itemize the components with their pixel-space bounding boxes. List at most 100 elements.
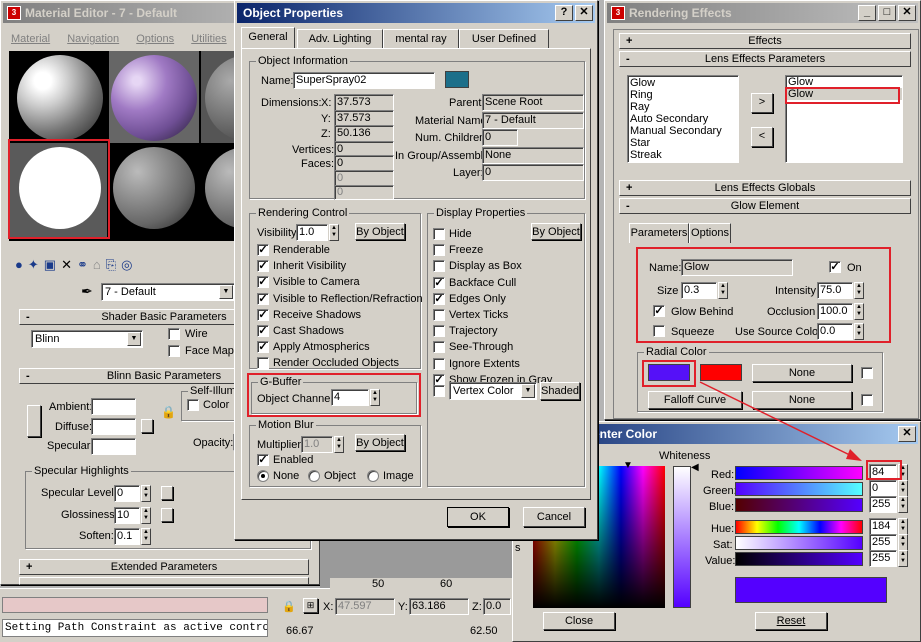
delete-icon[interactable]: ✕	[61, 257, 77, 272]
blue-spinner[interactable]: ▲ ▼	[898, 496, 908, 513]
size-field[interactable]: 0.3	[681, 282, 717, 299]
green-spinner[interactable]: ▲ ▼	[898, 480, 908, 497]
sphere-get-icon[interactable]: ●	[15, 257, 28, 272]
help-button[interactable]: ?	[555, 5, 573, 21]
minimize-button[interactable]: _	[858, 5, 876, 21]
render-item-checkbox-2[interactable]: ✓	[257, 276, 269, 289]
motion-by-object-button[interactable]: By Object	[355, 434, 405, 451]
tab-user-defined[interactable]: User Defined	[459, 29, 549, 49]
glossiness-map-button[interactable]	[161, 508, 173, 522]
multiplier-spinner[interactable]: ▲ ▼	[334, 436, 344, 453]
falloff-curve-button[interactable]: Falloff Curve	[648, 391, 742, 409]
value-field[interactable]: 255	[869, 550, 897, 567]
ambient-lock-button[interactable]	[27, 405, 41, 437]
menu-navigation[interactable]: Navigation	[67, 33, 119, 45]
shader-combo[interactable]: Blinn ▼	[31, 330, 143, 348]
object-name-field[interactable]: SuperSpray02	[293, 72, 435, 89]
tab-parameters[interactable]: Parameters	[629, 223, 689, 243]
blur-image-radio[interactable]	[367, 470, 379, 482]
use-source-field[interactable]: 0.0	[817, 323, 853, 340]
radial-inner-swatch[interactable]	[648, 364, 690, 381]
use-source-spinner[interactable]: ▲ ▼	[854, 323, 864, 340]
whiteness-marker-icon[interactable]: ◀	[691, 462, 699, 473]
channel-spinner[interactable]: ▲ ▼	[370, 389, 380, 406]
lens-globals-rollout[interactable]: + Lens Effects Globals	[619, 180, 911, 196]
sat-spinner[interactable]: ▲ ▼	[898, 534, 908, 551]
spec-level-map-button[interactable]	[161, 486, 173, 500]
self-illum-color-checkbox[interactable]	[187, 399, 199, 411]
lock-selection-icon[interactable]: 🔒	[282, 600, 296, 613]
pick-material-icon[interactable]: ✒	[81, 283, 93, 300]
effects-channel-icon[interactable]: ⎘	[106, 257, 121, 272]
move-left-button[interactable]: <	[751, 127, 773, 147]
display-item-checkbox-7[interactable]	[433, 341, 445, 354]
hue-spinner[interactable]: ▲ ▼	[898, 518, 908, 535]
value-spinner[interactable]: ▲ ▼	[898, 550, 908, 567]
display-item-checkbox-3[interactable]: ✓	[433, 276, 445, 289]
hue-field[interactable]: 184	[869, 518, 897, 535]
enabled-checkbox[interactable]: ✓	[257, 454, 269, 466]
display-item-checkbox-9[interactable]: ✓	[433, 373, 445, 386]
sample-sphere-5[interactable]	[113, 147, 195, 229]
glow-element-rollout[interactable]: - Glow Element	[619, 198, 911, 214]
blue-slider[interactable]	[735, 498, 863, 512]
z-coord-field[interactable]: 0.0	[483, 598, 511, 615]
object-properties-titlebar[interactable]: Object Properties ? ✕	[237, 3, 595, 23]
close-color-button[interactable]: Close	[543, 612, 615, 630]
soften-field[interactable]: 0.1	[114, 528, 140, 545]
sample-sphere-1[interactable]	[17, 55, 103, 141]
diffuse-map-button[interactable]	[141, 419, 153, 433]
maximize-button[interactable]: □	[878, 5, 896, 21]
display-item-checkbox-6[interactable]	[433, 325, 445, 338]
lens-item-ray[interactable]: Ray	[630, 101, 736, 113]
occlusion-field[interactable]: 100.0	[817, 303, 853, 320]
display-item-checkbox-4[interactable]: ✓	[433, 292, 445, 305]
render-item-checkbox-1[interactable]: ✓	[257, 260, 269, 273]
glow-name-field[interactable]: Glow	[681, 259, 793, 276]
render-item-checkbox-7[interactable]	[257, 357, 269, 370]
close-button[interactable]: ✕	[898, 426, 916, 442]
hue-slider[interactable]	[735, 520, 863, 534]
falloff-none-button[interactable]: None	[752, 391, 852, 409]
material-name-combo[interactable]: 7 - Default ▼	[101, 283, 235, 301]
put-material-icon[interactable]: ✦	[28, 257, 44, 272]
red-slider[interactable]	[735, 466, 863, 480]
menu-options[interactable]: Options	[136, 33, 174, 45]
falloff-map-checkbox[interactable]	[861, 394, 873, 406]
glossiness-spinner[interactable]: ▲ ▼	[141, 507, 151, 524]
visibility-field[interactable]: 1.0	[296, 224, 328, 241]
sample-sphere-2[interactable]	[111, 55, 197, 141]
radial-outer-swatch[interactable]	[700, 364, 742, 381]
supersampling-rollout[interactable]	[19, 577, 309, 585]
tab-general[interactable]: General	[241, 27, 295, 49]
display-item-checkbox-8[interactable]	[433, 357, 445, 370]
close-button[interactable]: ✕	[898, 5, 916, 21]
unique-icon[interactable]: ⚭	[77, 257, 93, 272]
lens-item-star[interactable]: Star	[630, 137, 736, 149]
render-item-checkbox-3[interactable]: ✓	[257, 292, 269, 305]
display-item-checkbox-2[interactable]	[433, 260, 445, 273]
cancel-button[interactable]: Cancel	[523, 507, 585, 527]
soften-spinner[interactable]: ▲ ▼	[141, 528, 151, 545]
size-spinner[interactable]: ▲ ▼	[718, 282, 728, 299]
green-field[interactable]: 0	[869, 480, 897, 497]
move-right-button[interactable]: >	[751, 93, 773, 113]
face-map-checkbox[interactable]	[168, 345, 180, 357]
vertex-color-checkbox[interactable]	[433, 385, 445, 397]
display-item-checkbox-1[interactable]	[433, 244, 445, 257]
chevron-down-icon[interactable]: ▼	[219, 285, 233, 299]
display-item-checkbox-5[interactable]	[433, 309, 445, 321]
intensity-spinner[interactable]: ▲ ▼	[854, 282, 864, 299]
spec-level-spinner[interactable]: ▲ ▼	[141, 485, 151, 502]
lock-icon[interactable]: 🔒	[161, 405, 176, 419]
chevron-down-icon[interactable]: ▼	[521, 384, 535, 398]
intensity-field[interactable]: 75.0	[817, 282, 853, 299]
y-coord-field[interactable]: 63.186	[409, 598, 469, 615]
blue-field[interactable]: 255	[869, 496, 897, 513]
glow-on-checkbox[interactable]: ✓	[829, 261, 841, 273]
hue-marker-icon[interactable]: ▼	[623, 460, 633, 471]
tab-mental-ray[interactable]: mental ray	[383, 29, 459, 49]
blur-none-radio[interactable]	[257, 470, 269, 482]
radial-map-checkbox[interactable]	[861, 367, 873, 379]
x-coord-field[interactable]: 47.597	[335, 598, 395, 615]
